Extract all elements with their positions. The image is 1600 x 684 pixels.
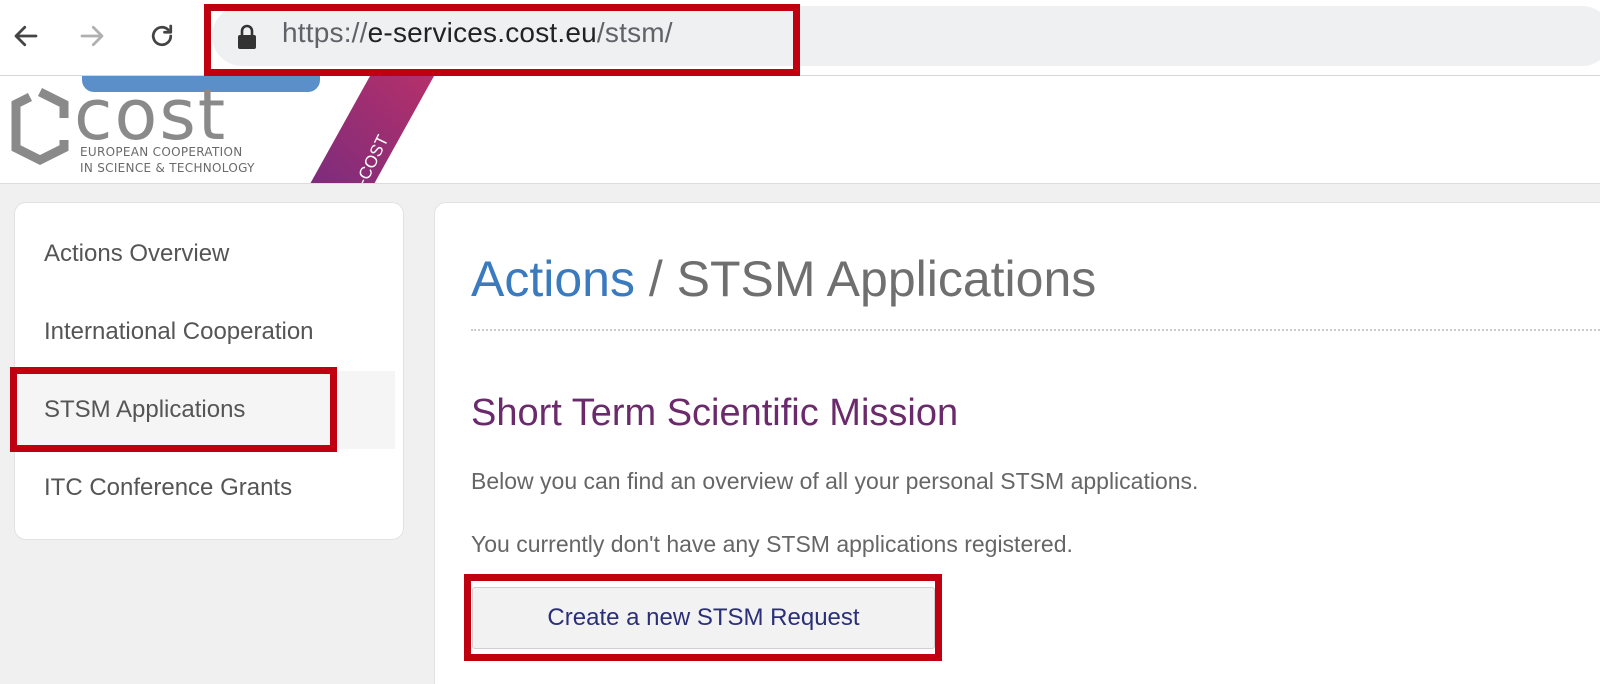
back-button[interactable] xyxy=(6,14,46,58)
sidebar-item-actions-overview[interactable]: Actions Overview xyxy=(15,215,395,293)
logo-tagline-line1: EUROPEAN COOPERATION xyxy=(80,145,243,159)
lock-icon xyxy=(238,24,256,49)
create-stsm-request-button[interactable]: Create a new STSM Request xyxy=(472,587,935,649)
sidebar-item-international-cooperation[interactable]: International Cooperation xyxy=(15,293,395,371)
sidebar-item-stsm-applications[interactable]: STSM Applications xyxy=(15,371,395,449)
main-panel: Actions / STSM Applications Short Term S… xyxy=(434,202,1600,684)
section-title: Short Term Scientific Mission xyxy=(471,392,959,434)
title-divider xyxy=(471,329,1600,331)
reload-button[interactable] xyxy=(142,14,182,58)
browser-toolbar: https://e-services.cost.eu/stsm/ xyxy=(0,0,1600,76)
empty-state-text: You currently don't have any STSM applic… xyxy=(471,531,1073,557)
url-host: e-services.cost.eu xyxy=(367,17,597,48)
sidebar-item-itc-conference-grants[interactable]: ITC Conference Grants xyxy=(15,449,395,527)
sidebar: Actions Overview International Cooperati… xyxy=(14,202,404,540)
url-scheme: https:// xyxy=(282,17,368,48)
url-path: /stsm/ xyxy=(596,17,673,48)
intro-text: Below you can find an overview of all yo… xyxy=(471,468,1199,494)
logo-tagline-line2: IN SCIENCE & TECHNOLOGY xyxy=(80,161,255,175)
page-title-text: STSM Applications xyxy=(676,251,1097,307)
arrow-right-icon xyxy=(80,25,104,47)
forward-button[interactable] xyxy=(72,14,112,58)
reload-icon xyxy=(151,24,173,47)
url-text[interactable]: https://e-services.cost.eu/stsm/ xyxy=(282,17,673,49)
breadcrumb-actions-link[interactable]: Actions xyxy=(471,251,635,307)
logo-wordmark: cost xyxy=(74,76,228,156)
breadcrumb-separator: / xyxy=(634,251,677,307)
site-header: cost EUROPEAN COOPERATION IN SCIENCE & T… xyxy=(0,76,1600,184)
logo-tagline: EUROPEAN COOPERATION IN SCIENCE & TECHNO… xyxy=(80,144,255,176)
arrow-left-icon xyxy=(14,25,38,47)
page-title: Actions / STSM Applications xyxy=(471,249,1096,309)
